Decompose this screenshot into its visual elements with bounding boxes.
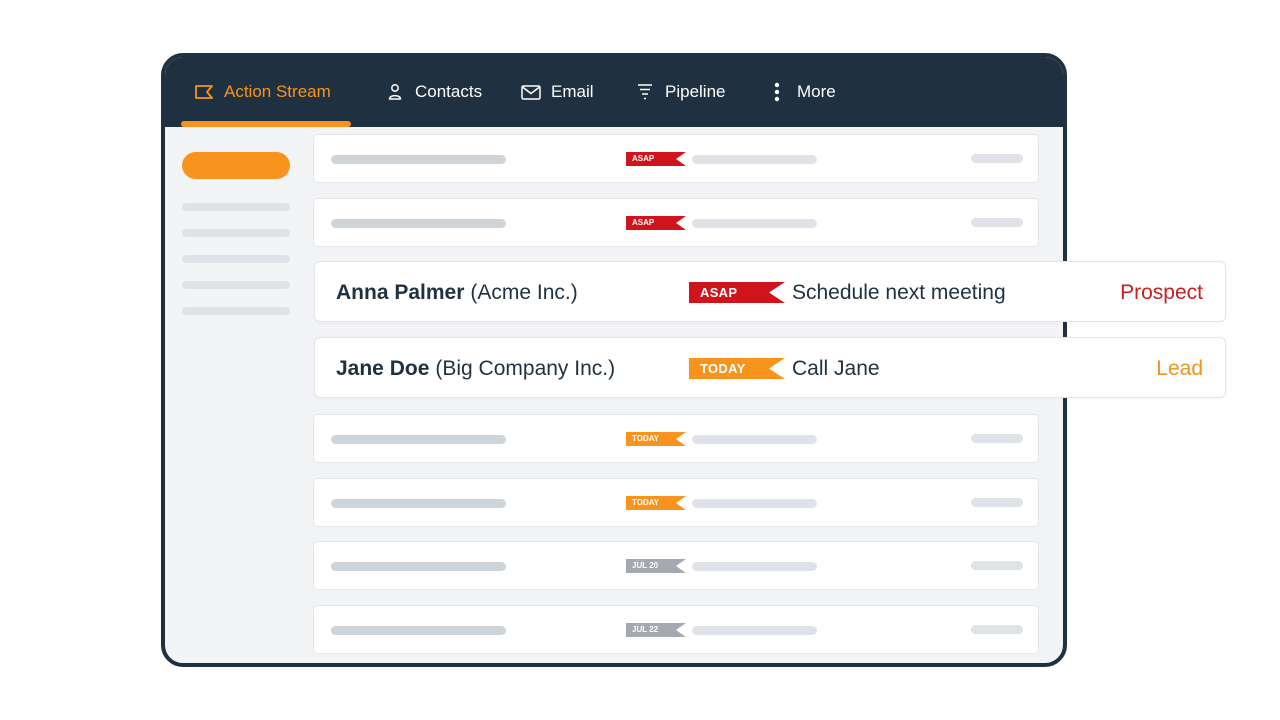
company-name: (Big Company Inc.): [435, 356, 616, 380]
envelope-icon: [521, 82, 541, 102]
due-flag-label: ASAP: [632, 154, 655, 163]
nav-tab-email[interactable]: Email: [521, 57, 594, 127]
task-placeholder: [692, 435, 817, 444]
sidebar-item-placeholder[interactable]: [182, 307, 290, 315]
sidebar-item-placeholder[interactable]: [182, 229, 290, 237]
nav-tab-label: Contacts: [415, 82, 483, 101]
task-title[interactable]: Call Jane: [792, 338, 880, 399]
due-flag: ASAP: [689, 282, 785, 303]
nav-tab-label: More: [797, 82, 836, 101]
action-stream-icon: [194, 82, 214, 102]
contact-placeholder: [331, 435, 506, 444]
vertical-dots-icon: [767, 82, 787, 102]
status-label[interactable]: Prospect: [1120, 262, 1203, 323]
sidebar-item-placeholder[interactable]: [182, 255, 290, 263]
due-flag: TODAY: [689, 358, 785, 379]
nav-tab-label: Email: [551, 82, 594, 101]
nav-tab-more[interactable]: More: [767, 57, 836, 127]
status-placeholder: [971, 154, 1023, 163]
nav-tab-contacts[interactable]: Contacts: [385, 57, 482, 127]
action-row-placeholder[interactable]: TODAY: [313, 478, 1039, 527]
due-flag: TODAY: [626, 432, 686, 446]
due-flag: JUL 20: [626, 559, 686, 573]
funnel-icon: [635, 82, 655, 102]
sidebar-primary-button[interactable]: [182, 152, 290, 179]
task-placeholder: [692, 499, 817, 508]
due-flag-label: TODAY: [632, 498, 660, 507]
action-row-placeholder[interactable]: TODAY: [313, 414, 1039, 463]
contact-name: Jane Doe: [336, 356, 430, 380]
contact-placeholder: [331, 219, 506, 228]
action-row-anna-palmer[interactable]: Anna Palmer (Acme Inc.) ASAP Schedule ne…: [314, 261, 1226, 322]
status-placeholder: [971, 498, 1023, 507]
status-placeholder: [971, 434, 1023, 443]
sidebar-item-placeholder[interactable]: [182, 203, 290, 211]
task-placeholder: [692, 219, 817, 228]
due-flag: ASAP: [626, 216, 686, 230]
contact-placeholder: [331, 562, 506, 571]
due-flag-label: ASAP: [700, 285, 738, 300]
due-flag-label: JUL 20: [632, 561, 659, 570]
top-navbar: Action Stream Contacts Email Pipeline Mo…: [165, 57, 1063, 127]
due-flag-label: TODAY: [632, 434, 660, 443]
nav-tab-pipeline[interactable]: Pipeline: [635, 57, 726, 127]
active-tab-indicator: [181, 121, 351, 127]
action-row-placeholder[interactable]: JUL 22: [313, 605, 1039, 654]
status-placeholder: [971, 625, 1023, 634]
contact-placeholder: [331, 499, 506, 508]
status-placeholder: [971, 561, 1023, 570]
due-flag: ASAP: [626, 152, 686, 166]
sidebar-item-placeholder[interactable]: [182, 281, 290, 289]
due-flag: JUL 22: [626, 623, 686, 637]
nav-tab-action-stream[interactable]: Action Stream: [194, 57, 331, 127]
due-flag-label: JUL 22: [632, 625, 659, 634]
action-row-placeholder[interactable]: ASAP: [313, 198, 1039, 247]
status-label[interactable]: Lead: [1156, 338, 1203, 399]
contact-cell[interactable]: Anna Palmer (Acme Inc.): [336, 262, 578, 323]
task-placeholder: [692, 155, 817, 164]
action-row-jane-doe[interactable]: Jane Doe (Big Company Inc.) TODAY Call J…: [314, 337, 1226, 398]
action-row-placeholder[interactable]: ASAP: [313, 134, 1039, 183]
task-placeholder: [692, 626, 817, 635]
person-icon: [385, 82, 405, 102]
contact-placeholder: [331, 626, 506, 635]
company-name: (Acme Inc.): [470, 280, 578, 304]
action-row-placeholder[interactable]: JUL 20: [313, 541, 1039, 590]
due-flag-label: TODAY: [700, 361, 746, 376]
contact-cell[interactable]: Jane Doe (Big Company Inc.): [336, 338, 615, 399]
due-flag-label: ASAP: [632, 218, 655, 227]
due-flag: TODAY: [626, 496, 686, 510]
status-placeholder: [971, 218, 1023, 227]
nav-tab-label: Action Stream: [224, 82, 331, 101]
contact-name: Anna Palmer: [336, 280, 465, 304]
task-title[interactable]: Schedule next meeting: [792, 262, 1006, 323]
nav-tab-label: Pipeline: [665, 82, 726, 101]
task-placeholder: [692, 562, 817, 571]
contact-placeholder: [331, 155, 506, 164]
